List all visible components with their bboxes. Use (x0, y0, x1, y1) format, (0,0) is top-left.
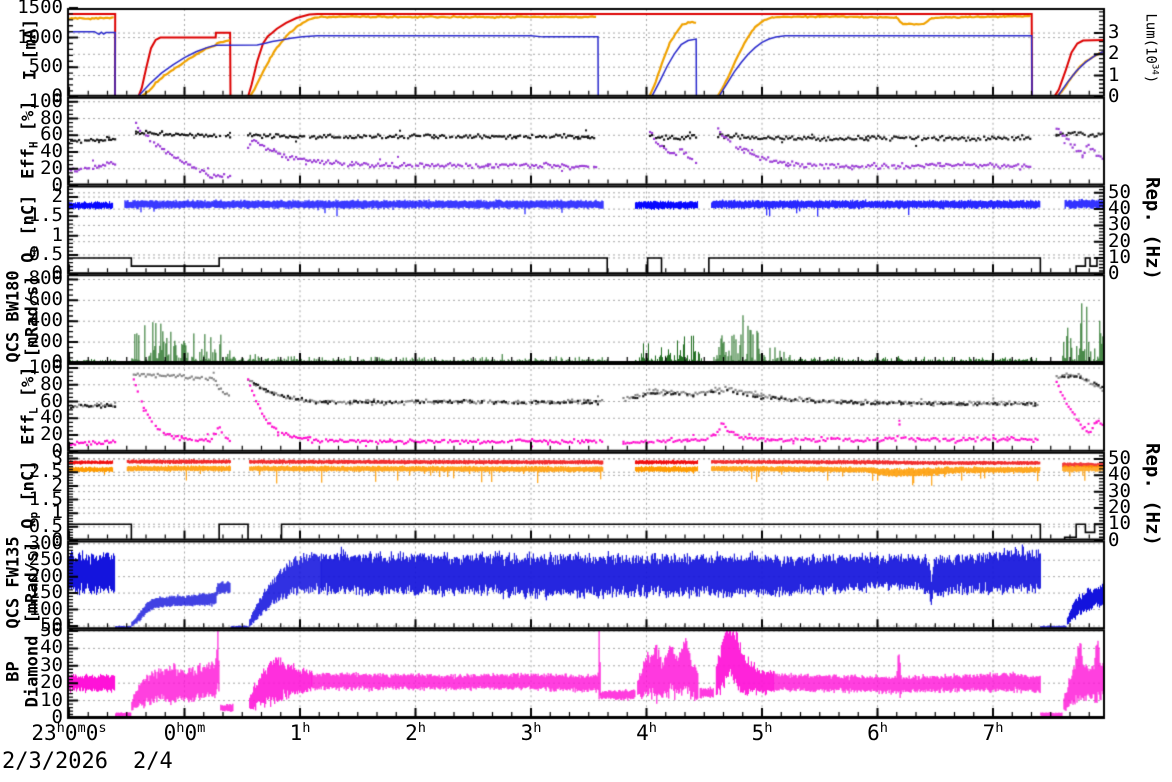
panel-charge-positron-right-title: Rep. (Hz) (1141, 443, 1164, 547)
panel-beam-current-rtick-2: 2 (1108, 42, 1120, 65)
date-label-next-day: 2/4 (133, 749, 173, 774)
panel-beam-current-rtick-0: 0 (1108, 84, 1120, 107)
date-label-start: 2/3/2026 (2, 749, 108, 774)
xtick-7: 7h (982, 720, 1004, 745)
panel-beam-current-rtick-1: 1 (1108, 63, 1120, 86)
panel-charge-electron-right-title: Rep. (Hz) (1141, 176, 1164, 280)
accelerator-strip-chart-screen: 0 500 1000 1500 0 1 2 3 I [mA] Lum(1034) 0 20 40 60 80… (0, 0, 1172, 782)
strip-chart-canvas (0, 0, 1172, 782)
panel-beam-current-right-title: Lum(1034) (1142, 13, 1160, 84)
panel-beam-current-rtick-3: 3 (1108, 21, 1120, 44)
